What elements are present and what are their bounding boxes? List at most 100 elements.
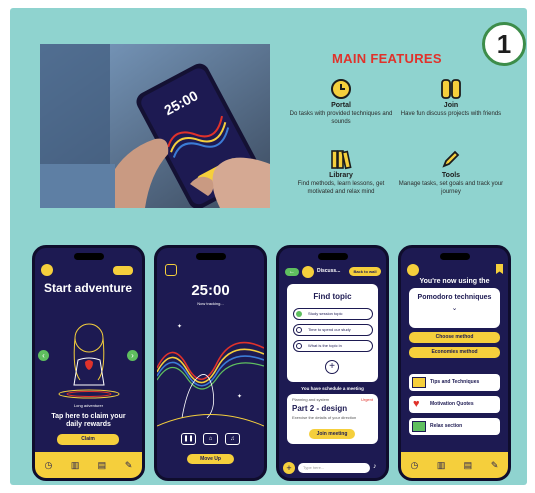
pencil-icon: ✎ xyxy=(490,460,499,470)
hero-photo: 25:00 xyxy=(40,44,270,208)
meeting-label: Planning and system xyxy=(292,397,330,402)
find-topic-card: Find topic Study session topic Time to s… xyxy=(287,284,378,382)
bookmark-icon[interactable] xyxy=(496,264,503,274)
feature-title: Portal xyxy=(331,102,351,109)
chat-icon xyxy=(412,421,426,432)
feature-title: Tools xyxy=(441,172,461,179)
feature-desc: Have fun discuss projects with friends xyxy=(400,111,502,117)
tab-bar: ◷ ▥ ▤ ✎ xyxy=(401,452,508,478)
economies-method-button[interactable]: Economies method xyxy=(409,347,500,358)
back-to-wall-button[interactable]: Back to wall xyxy=(349,267,381,276)
topic-option[interactable]: What is the topic in xyxy=(293,340,373,352)
move-up-button[interactable]: Move Up xyxy=(187,454,234,464)
features-title: MAIN FEATURES xyxy=(332,51,442,66)
group-avatar xyxy=(302,266,314,278)
tab-tools[interactable]: ✎ xyxy=(486,460,504,470)
svg-text:✦: ✦ xyxy=(237,393,242,400)
meeting-notice: You have schedule a meeting xyxy=(301,386,364,391)
clock-icon xyxy=(330,78,352,100)
claim-button[interactable]: Claim xyxy=(57,434,119,445)
books-icon: ▤ xyxy=(463,460,473,470)
timer-display: 25:00 xyxy=(191,282,230,299)
list-icon xyxy=(412,377,426,388)
meeting-tag: Urgent xyxy=(360,397,373,402)
tab-home[interactable]: ◷ xyxy=(39,460,57,470)
add-topic-icon[interactable]: + xyxy=(325,360,339,374)
technique-card: Pomodoro techniques ⌄ xyxy=(409,288,500,328)
chevron-left-icon[interactable]: ‹ xyxy=(38,350,49,361)
tab-tools[interactable]: ✎ xyxy=(120,460,138,470)
tab-library[interactable]: ▤ xyxy=(459,460,477,470)
pencil-icon xyxy=(440,148,462,170)
feature-join: Join Have fun discuss projects with frie… xyxy=(396,78,506,118)
link-quotes[interactable]: ♥ Motivation Quotes xyxy=(409,396,500,413)
tab-library[interactable]: ▤ xyxy=(93,460,111,470)
tab-join[interactable]: ▥ xyxy=(66,460,84,470)
dynamic-island xyxy=(195,253,226,260)
books-icon xyxy=(330,148,352,170)
mockup-canvas: 1 25:00 MAIN FEATURES Portal Do tasks wi… xyxy=(10,8,527,485)
start-adventure-title: Start adventure xyxy=(43,281,133,295)
group-icon: ▥ xyxy=(70,460,80,470)
avatar[interactable] xyxy=(407,264,419,276)
topic-option[interactable]: Time to spend our study xyxy=(293,324,373,336)
girl-illustration xyxy=(58,323,120,399)
clock-icon: ◷ xyxy=(44,460,53,470)
dynamic-island xyxy=(317,253,348,260)
radio-unselected[interactable] xyxy=(296,327,302,333)
claim-text: Tap here to claim your daily rewards xyxy=(51,413,126,428)
menu-icon[interactable] xyxy=(165,264,177,276)
radio-selected[interactable] xyxy=(296,311,302,317)
feature-desc: Do tasks with provided techniques and so… xyxy=(289,111,393,125)
tab-join[interactable]: ▥ xyxy=(432,460,450,470)
group-icon: ▥ xyxy=(436,460,446,470)
feature-desc: Manage tasks, set goals and track your j… xyxy=(398,181,504,195)
mic-icon[interactable]: ♪ xyxy=(373,463,382,473)
find-topic-title: Find topic xyxy=(313,292,352,301)
link-label: Tips and Techniques xyxy=(430,379,480,385)
feature-portal: Portal Do tasks with provided techniques… xyxy=(286,78,396,126)
dynamic-island xyxy=(439,253,470,260)
back-arrow-icon[interactable]: ← xyxy=(285,268,299,276)
link-label: Motivation Quotes xyxy=(430,401,474,407)
meeting-card: Planning and system Urgent Part 2 - desi… xyxy=(287,394,378,444)
technique-name: Pomodoro techniques xyxy=(417,294,492,301)
choose-method-button[interactable]: Choose method xyxy=(409,332,500,343)
group-icon xyxy=(440,78,462,100)
radio-unselected[interactable] xyxy=(296,343,302,349)
music-icon[interactable]: ♫ xyxy=(225,433,240,445)
coins-badge[interactable] xyxy=(113,266,133,275)
feature-title: Join xyxy=(443,102,459,109)
tab-bar: ◷ ▥ ▤ ✎ xyxy=(35,452,142,478)
phone-discuss: ← Discuss... Back to wall Find topic Stu… xyxy=(276,245,389,481)
timer-status: Now tracking... xyxy=(197,301,224,306)
link-relax[interactable]: Relax section xyxy=(409,418,500,435)
sound-wave-illustration: ✦ ✦ xyxy=(157,323,264,427)
heart-icon: ♥ xyxy=(413,398,420,410)
pause-icon[interactable]: ❚❚ xyxy=(181,433,196,445)
pencil-icon: ✎ xyxy=(124,460,133,470)
link-tips[interactable]: Tips and Techniques xyxy=(409,374,500,391)
using-text: You're now using the xyxy=(419,278,490,285)
lock-icon[interactable]: ⌂ xyxy=(203,433,218,445)
join-meeting-button[interactable]: Join meeting xyxy=(309,429,355,439)
hands-phone-illustration: 25:00 xyxy=(40,44,270,208)
clock-icon: ◷ xyxy=(410,460,419,470)
meeting-desc: Exercise the details of your direction xyxy=(292,415,357,420)
add-icon[interactable]: + xyxy=(283,462,295,474)
feature-tools: Tools Manage tasks, set goals and track … xyxy=(396,148,506,196)
chevron-right-icon[interactable]: › xyxy=(127,350,138,361)
phone-library: You're now using the Pomodoro techniques… xyxy=(398,245,511,481)
character-caption: Long adventurer xyxy=(73,403,104,408)
feature-desc: Find methods, learn lessons, get motivat… xyxy=(297,181,385,195)
avatar[interactable] xyxy=(41,264,53,276)
phone-start-adventure: Start adventure ‹ › Long adventurer Tap … xyxy=(32,245,145,481)
tab-home[interactable]: ◷ xyxy=(405,460,423,470)
message-input[interactable]: Type here... xyxy=(298,463,370,473)
books-icon: ▤ xyxy=(97,460,107,470)
feature-title: Library xyxy=(329,172,353,179)
chevron-down-icon[interactable]: ⌄ xyxy=(409,304,500,312)
topic-option[interactable]: Study session topic xyxy=(293,308,373,320)
svg-text:✦: ✦ xyxy=(177,323,182,330)
page-frame: 1 25:00 MAIN FEATURES Portal Do tasks wi… xyxy=(0,0,535,493)
